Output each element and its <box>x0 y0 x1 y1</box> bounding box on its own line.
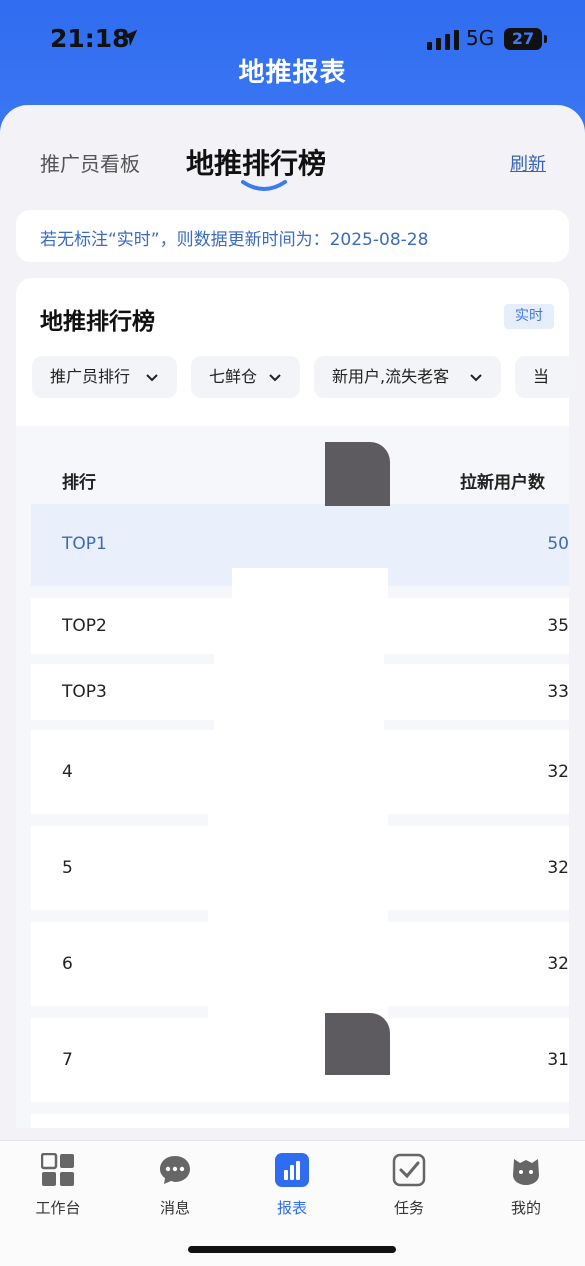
filter-label: 当 <box>533 367 550 386</box>
tab-label: 报表 <box>276 1199 307 1217</box>
filter-date[interactable]: 当 <box>515 356 569 398</box>
notice-text: 若无标注“实时”，则数据更新时间为：2025-08-28 <box>40 230 429 250</box>
column-header-rank: 排行 <box>62 473 96 493</box>
row-rank: TOP1 <box>62 534 107 554</box>
profile-face-icon <box>513 1159 539 1185</box>
cellular-signal-icon <box>427 30 459 50</box>
redaction-mark <box>325 442 390 506</box>
row-rank: TOP3 <box>62 682 107 702</box>
chat-bubble-icon <box>160 1156 190 1184</box>
panel-title: 地推排行榜 <box>40 309 155 335</box>
row-value: 31 <box>547 1050 569 1070</box>
row-value: 32 <box>547 762 569 782</box>
tab-reports[interactable]: 报表 <box>247 1153 337 1218</box>
bar-chart-icon <box>275 1153 309 1187</box>
network-type: 5G <box>466 26 495 50</box>
chevron-down-icon <box>269 374 281 382</box>
tab-label: 消息 <box>159 1199 190 1217</box>
tab-workbench[interactable]: 工作台 <box>13 1153 103 1218</box>
tab-label: 任务 <box>393 1199 424 1217</box>
grid-icon <box>41 1153 74 1186</box>
row-value: 50 <box>547 534 569 554</box>
tab-messages[interactable]: 消息 <box>130 1153 220 1218</box>
redaction-mark <box>214 634 384 760</box>
filter-label: 推广员排行 <box>50 367 131 386</box>
row-value: 35 <box>547 616 569 636</box>
tab-promoter-dashboard[interactable]: 推广员看板 <box>40 148 140 177</box>
row-rank: 5 <box>62 858 73 878</box>
redaction-mark <box>325 1013 390 1075</box>
row-rank: 6 <box>62 954 73 974</box>
tab-profile[interactable]: 我的 <box>481 1153 571 1218</box>
row-rank: TOP2 <box>62 616 107 636</box>
home-indicator <box>188 1246 396 1253</box>
filter-warehouse[interactable]: 七鲜仓 <box>191 356 300 398</box>
row-value: 32 <box>547 954 569 974</box>
page-title: 地推报表 <box>238 58 347 88</box>
update-notice: 若无标注“实时”，则数据更新时间为：2025-08-28 <box>16 210 569 262</box>
realtime-badge: 实时 <box>504 304 554 329</box>
row-rank: 4 <box>62 762 73 782</box>
filter-label: 七鲜仓 <box>209 367 258 386</box>
ranking-panel: 地推排行榜 实时 推广员排行 七鲜仓 新用户,流失老客 当 排行 拉新用户数 T… <box>16 278 569 1128</box>
tab-ranking[interactable]: 地推排行榜 <box>186 142 326 182</box>
chevron-down-icon <box>146 374 158 382</box>
filter-user-type[interactable]: 新用户,流失老客 <box>314 356 501 398</box>
tab-label: 工作台 <box>35 1199 81 1217</box>
filter-label: 新用户,流失老客 <box>332 367 450 386</box>
chevron-down-icon <box>470 374 482 382</box>
filter-rank-type[interactable]: 推广员排行 <box>32 356 177 398</box>
tab-tasks[interactable]: 任务 <box>364 1153 454 1218</box>
table-row[interactable] <box>31 1114 569 1128</box>
tab-label: 我的 <box>510 1199 541 1217</box>
refresh-link[interactable]: 刷新 <box>510 150 546 176</box>
redaction-mark <box>232 568 388 634</box>
battery-icon: 27 <box>504 28 547 50</box>
row-rank: 7 <box>62 1050 73 1070</box>
row-value: 33 <box>547 682 569 702</box>
checkbox-icon <box>392 1153 426 1187</box>
tab-active-indicator <box>241 180 287 191</box>
row-value: 32 <box>547 858 569 878</box>
column-header-new-users: 拉新用户数 <box>460 473 545 493</box>
location-arrow-icon <box>120 29 138 47</box>
